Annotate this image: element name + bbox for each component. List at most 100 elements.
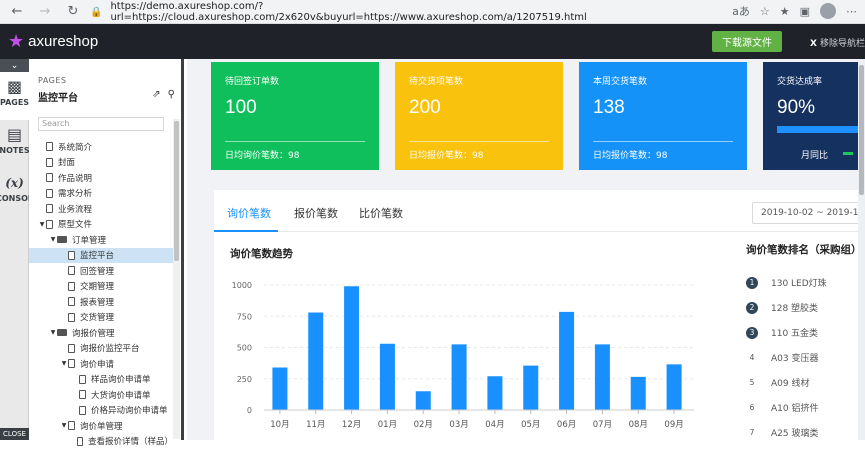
bar[interactable] [631,377,646,410]
star-logo-icon: ★ [8,31,24,52]
collapse-chevron-icon[interactable]: ⌄ [0,59,29,72]
tree-item[interactable]: 查看报价详情（样品） [29,434,173,449]
pages-scrollbar[interactable] [173,119,180,439]
kpi-card[interactable]: 待交货项笔数200日均报价笔数：98 [395,62,563,170]
kpi-card[interactable]: 交货达成率90%月同比 [763,62,865,170]
favorites-icon[interactable]: ★ [780,5,790,18]
tree-item-label: 询价单管理 [80,420,123,432]
tree-item[interactable]: 需求分析 [29,186,173,202]
ranking-row: 5 A09 线材 [746,370,827,395]
tree-item[interactable]: 业务流程 [29,201,173,217]
forward-arrow-icon[interactable]: → [34,1,56,23]
rail-close-button[interactable]: CLOSE [0,428,29,440]
bar[interactable] [416,391,431,410]
rail-notes[interactable]: ▤ NOTES [0,120,29,168]
tree-item-label: 订单管理 [72,234,106,246]
read-aloud-icon[interactable]: aあ [732,3,750,19]
tree-item-label: 需求分析 [58,187,92,199]
expand-triangle-icon[interactable]: ▼ [60,360,68,367]
tree-item[interactable]: 交期管理 [29,279,173,295]
kpi-card-footer: 月同比 [801,148,828,161]
more-menu-icon[interactable]: ⋯ [846,5,857,18]
ranking-row: 6A10 铝挤件 [746,395,827,420]
external-link-icon[interactable]: ⇗ [152,89,160,100]
kpi-card[interactable]: 本周交货笔数138日均报价笔数：98 [579,62,747,170]
rank-badge: 5 [746,377,758,389]
rank-name: 130 LED灯珠 [771,276,827,289]
tree-item[interactable]: ▼询报价管理 [29,325,173,341]
bar[interactable] [487,376,502,410]
tree-item[interactable]: ▼原型文件 [29,217,173,233]
tree-item[interactable]: 交货管理 [29,310,173,326]
pages-scroll-thumb[interactable] [174,121,179,261]
browser-toolbar: ← → ↻ 🔒 https://demo.axureshop.com/?url=… [0,0,865,24]
tree-item-label: 价格异动询价申请单 [91,404,168,416]
expand-triangle-icon[interactable]: ▼ [38,221,46,228]
rank-name: A09 线材 [771,376,809,389]
tree-item[interactable]: 作品说明 [29,170,173,186]
tree-item[interactable]: 报表管理 [29,294,173,310]
rail-pages-label: PAGES [0,98,29,107]
bar[interactable] [667,364,682,410]
expand-triangle-icon[interactable]: ▼ [49,329,57,336]
kpi-card[interactable]: 待回签订单数100日均询价笔数：98 [211,62,379,170]
date-range-picker[interactable]: 2019-10-02 ~ 2019-10-1 [752,202,865,224]
profile-avatar[interactable] [820,3,836,19]
bar[interactable] [595,344,610,410]
rail-console[interactable]: (x) CONSOL [0,168,29,216]
tree-item[interactable]: ▼ 询价单管理 [29,418,173,434]
address-bar[interactable]: 🔒 https://demo.axureshop.com/?url=https:… [90,2,720,22]
tree-item[interactable]: 价格异动询价申请单 [29,403,173,419]
x-tick-label: 08月 [629,420,648,430]
tab-2[interactable]: 报价笔数 [294,205,338,221]
download-source-button[interactable]: 下载源文件 [712,31,782,52]
axureshop-logo[interactable]: ★ axureshop [8,31,98,52]
page-icon [68,313,75,322]
tree-item[interactable]: 封面 [29,155,173,171]
ranking-list: 1130 LED灯珠2128 塑胶类3110 五金类4A03 变压器5A09 线… [746,270,827,440]
tree-item[interactable]: 回签管理 [29,263,173,279]
sitemap-icon: ▩ [7,78,22,96]
tree-item[interactable]: ▼ 订单管理 [29,232,173,248]
remove-nav-button[interactable]: X移除导航栏 [810,36,865,49]
main-scroll-thumb[interactable] [859,65,864,195]
expand-triangle-icon[interactable]: ▼ [60,422,68,429]
bar[interactable] [452,344,467,410]
y-tick-label: 250 [237,375,252,384]
tree-item[interactable]: 询报价监控平台 [29,341,173,357]
tree-item-label: 回签管理 [80,265,114,277]
y-tick-label: 1000 [232,281,252,290]
tree-item[interactable]: 大货询价申请单 [29,387,173,403]
bar[interactable] [380,344,395,410]
bar[interactable] [308,313,323,411]
tree-item[interactable]: ▼询价申请 [29,356,173,372]
search-toggle-icon[interactable]: ⚲ [168,89,175,100]
bar[interactable] [559,312,574,410]
expand-triangle-icon[interactable]: ▼ [49,236,57,243]
page-icon [46,158,53,167]
rank-badge: 6 [746,402,758,414]
folder-icon [57,236,67,243]
rate-progress-fill [777,126,863,133]
tree-item[interactable]: 监控平台 [29,248,173,264]
x-tick-label: 05月 [521,420,540,430]
favorite-star-icon[interactable]: ☆ [760,5,770,18]
left-rail: ⌄ ▩ PAGES ▤ NOTES (x) CONSOL CLOSE [0,59,29,440]
bar[interactable] [272,368,287,411]
bar[interactable] [344,286,359,410]
main-scrollbar[interactable] [858,59,865,440]
tree-item[interactable]: 样品询价申请单 [29,372,173,388]
tree-item-label: 查看报价详情（样品） [88,435,173,447]
tab-3[interactable]: 比价笔数 [359,205,403,221]
back-arrow-icon[interactable]: ← [6,1,28,23]
rail-pages[interactable]: ▩ PAGES [0,72,29,120]
stats-panel: 2019-10-02 ~ 2019-10-1 询价笔数报价笔数比价笔数 询价笔数… [214,190,865,440]
tree-item-label: 大货询价申请单 [91,389,151,401]
reload-icon[interactable]: ↻ [62,1,84,23]
collections-icon[interactable]: ▣ [800,5,810,18]
bar[interactable] [523,366,538,410]
page-search-input[interactable]: Search [38,117,164,131]
tree-item[interactable]: 系统简介 [29,139,173,155]
folder-icon [57,329,67,336]
tab-1[interactable]: 询价笔数 [227,205,271,221]
